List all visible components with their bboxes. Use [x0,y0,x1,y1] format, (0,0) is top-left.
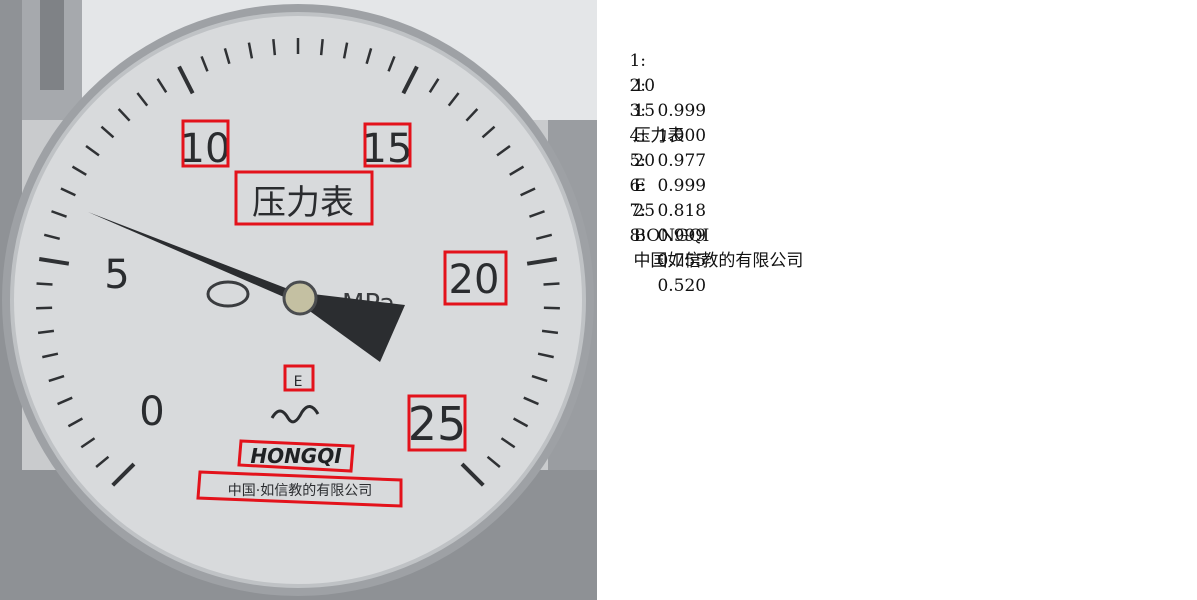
result-row-3: 3: 压力表 0.977 [597,74,706,171]
result-row-8: 8: 中国如信教的有限公司 0.520 [597,199,803,296]
result-score: 0.520 [657,276,707,296]
result-row-6: 6: 25 0.999 [597,149,706,246]
ocr-results-panel: 1: 10 0.999 2: 15 1.000 3: 压力表 0.977 4: … [597,0,1197,600]
needle-hub [282,280,318,316]
result-row-4: 4: 20 0.999 [597,99,706,196]
result-row-5: 5: E 0.818 [597,124,706,221]
minor-tick [36,282,53,286]
dial-number-5: 5 [104,252,129,298]
brand-label: HONGQI [250,444,342,468]
minor-tick [272,39,277,56]
dial-number-25: 25 [408,397,467,451]
result-row-2: 2: 15 1.000 [597,49,706,146]
minor-tick [543,282,560,286]
result-row-1: 1: 10 0.999 [597,24,706,121]
dial-number-20: 20 [449,257,500,303]
pressure-gauge-photo: 0 5 10 15 20 25 压力表 MPa E HONGQI 中国·如信教的… [0,0,597,600]
result-index: 8: [629,226,646,246]
minor-tick [319,39,324,56]
maker-label: 中国·如信教的有限公司 [228,483,372,499]
dial-title: 压力表 [252,183,354,223]
result-row-7: 7: BONGQI 0.755 [597,174,709,271]
minor-tick [543,306,560,310]
mark-label: E [294,374,303,390]
minor-tick [36,306,53,310]
dial-number-0: 0 [139,389,164,435]
ocr-image-panel: 0 5 10 15 20 25 压力表 MPa E HONGQI 中国·如信教的… [0,0,597,600]
result-text: 中国如信教的有限公司 [633,251,804,271]
